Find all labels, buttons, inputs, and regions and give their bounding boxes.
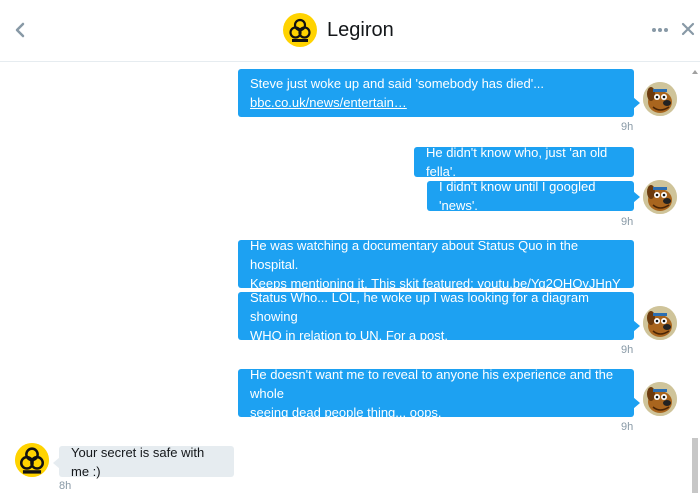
scooby-dog-icon bbox=[643, 180, 677, 214]
message-text: WHO in relation to UN. For a post. bbox=[250, 327, 448, 343]
scrollbar-thumb[interactable] bbox=[692, 438, 698, 493]
conversation-header: Legiron bbox=[0, 0, 700, 62]
more-dots-icon[interactable] bbox=[650, 22, 670, 38]
sent-message[interactable]: Status Who... LOL, he woke up I was look… bbox=[238, 290, 640, 343]
user-avatar[interactable] bbox=[643, 180, 677, 214]
biohazard-icon bbox=[285, 15, 315, 45]
sent-message[interactable]: Steve just woke up and said 'somebody ha… bbox=[238, 69, 640, 117]
user-avatar[interactable] bbox=[643, 306, 677, 340]
sent-message[interactable]: I didn't know until I googled 'news'. bbox=[427, 179, 640, 213]
message-link[interactable]: bbc.co.uk/news/entertain… bbox=[250, 95, 407, 110]
sent-message[interactable]: He didn't know who, just 'an old fella'. bbox=[414, 145, 634, 179]
message-text: He doesn't want me to reveal to anyone h… bbox=[250, 366, 614, 401]
message-text: Status Who... LOL, he woke up I was look… bbox=[250, 289, 589, 324]
message-text: Your secret is safe with me :) bbox=[71, 444, 205, 479]
message-timestamp: 9h bbox=[621, 216, 634, 228]
contact-name: Legiron bbox=[327, 18, 394, 41]
user-avatar[interactable] bbox=[643, 82, 677, 116]
message-text: He was watching a documentary about Stat… bbox=[250, 237, 579, 272]
message-text: I didn't know until I googled 'news'. bbox=[439, 179, 596, 213]
conversation-title[interactable]: Legiron bbox=[283, 12, 394, 48]
biohazard-avatar bbox=[283, 13, 317, 47]
contact-avatar[interactable] bbox=[15, 443, 49, 477]
message-text: Steve just woke up and said 'somebody ha… bbox=[250, 76, 545, 91]
message-text: seeing dead people thing... oops. bbox=[250, 404, 442, 420]
sent-message[interactable]: He doesn't want me to reveal to anyone h… bbox=[238, 367, 640, 420]
message-text: He didn't know who, just 'an old fella'. bbox=[426, 145, 608, 179]
scooby-dog-icon bbox=[643, 382, 677, 416]
scooby-dog-icon bbox=[643, 306, 677, 340]
received-message[interactable]: Your secret is safe with me :) bbox=[53, 445, 234, 479]
biohazard-icon bbox=[15, 443, 49, 477]
message-timestamp: 9h bbox=[621, 344, 634, 356]
sent-message[interactable]: He was watching a documentary about Stat… bbox=[238, 238, 634, 291]
close-icon[interactable] bbox=[677, 18, 699, 40]
user-avatar[interactable] bbox=[643, 382, 677, 416]
chevron-left-icon[interactable] bbox=[8, 18, 32, 42]
scrollbar-up-arrow[interactable] bbox=[690, 64, 700, 74]
message-timestamp: 9h bbox=[621, 421, 634, 433]
scooby-dog-icon bbox=[643, 82, 677, 116]
message-timestamp: 9h bbox=[621, 121, 634, 133]
message-timestamp: 8h bbox=[59, 480, 72, 492]
